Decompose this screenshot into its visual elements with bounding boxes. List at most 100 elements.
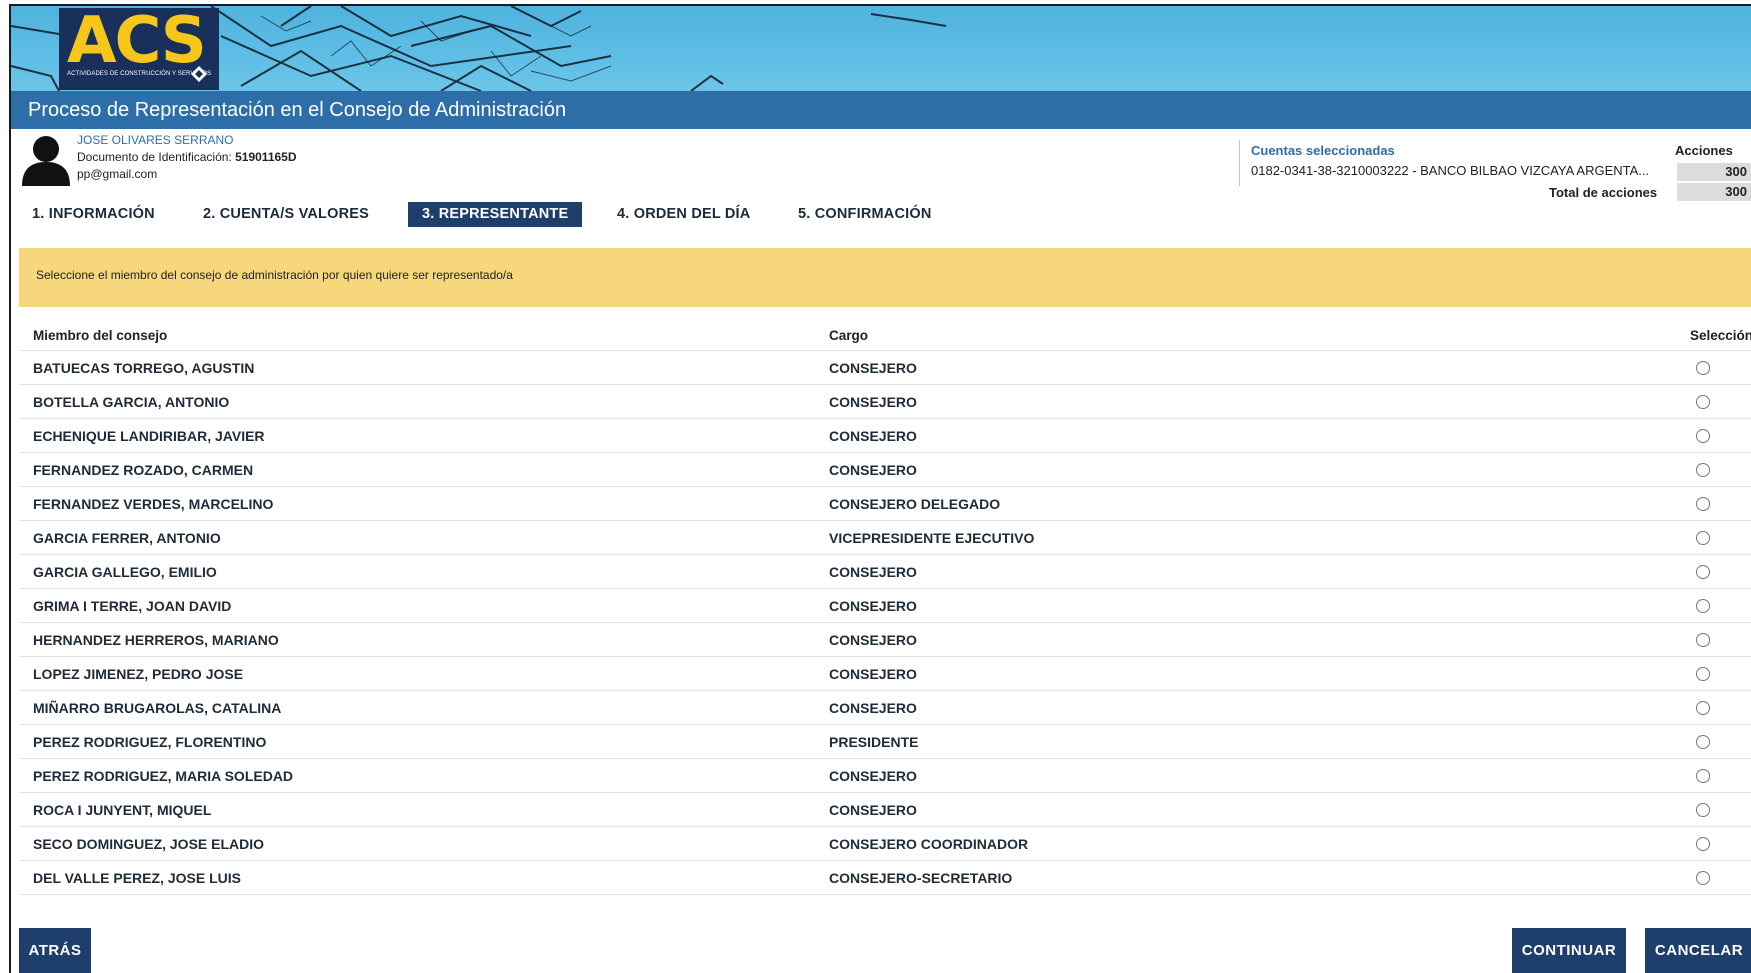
member-cargo: CONSEJERO DELEGADO	[829, 496, 1001, 512]
user-silhouette-icon	[22, 136, 70, 186]
select-radio[interactable]	[1696, 497, 1710, 511]
select-radio[interactable]	[1696, 837, 1710, 851]
logo-text: ACS	[67, 6, 207, 78]
select-radio[interactable]	[1696, 599, 1710, 613]
select-radio[interactable]	[1696, 803, 1710, 817]
member-name: ROCA I JUNYENT, MIQUEL	[33, 802, 212, 818]
table-row[interactable]: MIÑARRO BRUGAROLAS, CATALINA CONSEJERO	[19, 691, 1751, 725]
select-radio[interactable]	[1696, 531, 1710, 545]
table-row[interactable]: PEREZ RODRIGUEZ, MARIA SOLEDAD CONSEJERO	[19, 759, 1751, 793]
back-button[interactable]: ATRÁS	[19, 928, 91, 973]
member-cargo: CONSEJERO COORDINADOR	[829, 836, 1029, 852]
member-name: FERNANDEZ ROZADO, CARMEN	[33, 462, 254, 478]
member-name: PEREZ RODRIGUEZ, FLORENTINO	[33, 734, 267, 750]
selected-account: 0182-0341-38-3210003222 - BANCO BILBAO V…	[1251, 163, 1650, 178]
member-cargo: CONSEJERO	[829, 394, 917, 410]
table-row[interactable]: GARCIA FERRER, ANTONIO VICEPRESIDENTE EJE…	[19, 521, 1751, 555]
member-cargo: VICEPRESIDENTE EJECUTIVO	[829, 530, 1035, 546]
user-email: pp@gmail.com	[77, 167, 158, 181]
select-radio[interactable]	[1696, 463, 1710, 477]
member-name: GRIMA I TERRE, JOAN DAVID	[33, 598, 232, 614]
member-name: MIÑARRO BRUGAROLAS, CATALINA	[33, 700, 282, 716]
member-name: PEREZ RODRIGUEZ, MARIA SOLEDAD	[33, 768, 294, 784]
member-cargo: CONSEJERO	[829, 700, 917, 716]
table-row[interactable]: GARCIA GALLEGO, EMILIO CONSEJERO	[19, 555, 1751, 589]
header-cargo: Cargo	[829, 328, 869, 343]
table-header: Miembro del consejo Cargo Selección	[19, 320, 1751, 351]
select-radio[interactable]	[1696, 701, 1710, 715]
acciones-label: Acciones	[1675, 143, 1733, 158]
member-cargo: CONSEJERO	[829, 428, 917, 444]
acciones-value: 300	[1677, 163, 1751, 181]
member-cargo: CONSEJERO	[829, 564, 917, 580]
cancel-button[interactable]: CANCELAR	[1645, 928, 1751, 973]
member-name: DEL VALLE PEREZ, JOSE LUIS	[33, 870, 241, 886]
select-radio[interactable]	[1696, 871, 1710, 885]
select-radio[interactable]	[1696, 633, 1710, 647]
select-radio[interactable]	[1696, 667, 1710, 681]
select-radio[interactable]	[1696, 769, 1710, 783]
member-name: GARCIA FERRER, ANTONIO	[33, 530, 221, 546]
table-row[interactable]: PEREZ RODRIGUEZ, FLORENTINO PRESIDENTE	[19, 725, 1751, 759]
member-name: ECHENIQUE LANDIRIBAR, JAVIER	[33, 428, 265, 444]
member-cargo: PRESIDENTE	[829, 734, 919, 750]
member-name: GARCIA GALLEGO, EMILIO	[33, 564, 217, 580]
total-acciones-value: 300	[1677, 183, 1751, 201]
header-banner: ACS ACTIVIDADES DE CONSTRUCCIÓN Y SERVIC…	[11, 6, 1751, 91]
diamond-icon	[191, 66, 207, 82]
board-members-table: Miembro del consejo Cargo Selección BATU…	[19, 320, 1751, 895]
member-cargo: CONSEJERO	[829, 666, 917, 682]
member-cargo: CONSEJERO-SECRETARIO	[829, 870, 1013, 886]
header-member: Miembro del consejo	[33, 328, 168, 343]
table-row[interactable]: DEL VALLE PEREZ, JOSE LUIS CONSEJERO-SECR…	[19, 861, 1751, 895]
table-row[interactable]: ECHENIQUE LANDIRIBAR, JAVIER CONSEJERO	[19, 419, 1751, 453]
tab-representante[interactable]: 3. REPRESENTANTE	[408, 202, 583, 227]
logo-subtitle: ACTIVIDADES DE CONSTRUCCIÓN Y SERVICIOS	[67, 71, 212, 77]
member-name: HERNANDEZ HERREROS, MARIANO	[33, 632, 279, 648]
acs-logo[interactable]: ACS ACTIVIDADES DE CONSTRUCCIÓN Y SERVIC…	[59, 6, 219, 90]
table-row[interactable]: GRIMA I TERRE, JOAN DAVID CONSEJERO	[19, 589, 1751, 623]
select-radio[interactable]	[1696, 361, 1710, 375]
page-title-bar: Proceso de Representación en el Consejo …	[11, 91, 1751, 129]
user-document-label: Documento de Identificación:	[77, 150, 232, 164]
user-name: JOSE OLIVARES SERRANO	[77, 133, 234, 147]
table-row[interactable]: SECO DOMINGUEZ, JOSE ELADIO CONSEJERO COO…	[19, 827, 1751, 861]
member-cargo: CONSEJERO	[829, 632, 917, 648]
member-cargo: CONSEJERO	[829, 802, 917, 818]
table-row[interactable]: FERNANDEZ VERDES, MARCELINO CONSEJERO DEL…	[19, 487, 1751, 521]
member-cargo: CONSEJERO	[829, 768, 917, 784]
table-row[interactable]: BOTELLA GARCIA, ANTONIO CONSEJERO	[19, 385, 1751, 419]
accounts-title: Cuentas seleccionadas	[1251, 143, 1395, 158]
total-acciones-label: Total de acciones	[1549, 185, 1658, 200]
table-row[interactable]: ROCA I JUNYENT, MIQUEL CONSEJERO	[19, 793, 1751, 827]
table-row[interactable]: LOPEZ JIMENEZ, PEDRO JOSE CONSEJERO	[19, 657, 1751, 691]
member-name: FERNANDEZ VERDES, MARCELINO	[33, 496, 274, 512]
table-row[interactable]: BATUECAS TORREGO, AGUSTIN CONSEJERO	[19, 351, 1751, 385]
member-cargo: CONSEJERO	[829, 598, 917, 614]
page-title: Proceso de Representación en el Consejo …	[28, 99, 567, 121]
member-name: SECO DOMINGUEZ, JOSE ELADIO	[33, 836, 265, 852]
member-cargo: CONSEJERO	[829, 360, 917, 376]
app-frame: ACS ACTIVIDADES DE CONSTRUCCIÓN Y SERVIC…	[9, 4, 1751, 973]
instruction-text: Seleccione el miembro del consejo de adm…	[36, 268, 513, 282]
tab-cuentas-valores[interactable]: 2. CUENTA/S VALORES	[203, 202, 369, 227]
instruction-banner: Seleccione el miembro del consejo de adm…	[19, 248, 1751, 307]
tab-orden-del-dia[interactable]: 4. ORDEN DEL DÍA	[617, 202, 750, 227]
table-row[interactable]: HERNANDEZ HERREROS, MARIANO CONSEJERO	[19, 623, 1751, 657]
tree-branches-decoration	[11, 6, 947, 91]
accounts-divider	[1239, 140, 1240, 186]
header-seleccion: Selección	[1689, 328, 1751, 343]
member-name: LOPEZ JIMENEZ, PEDRO JOSE	[33, 666, 244, 682]
member-name: BOTELLA GARCIA, ANTONIO	[33, 394, 230, 410]
user-document-value: 51901165D	[235, 150, 297, 164]
select-radio[interactable]	[1696, 565, 1710, 579]
tab-informacion[interactable]: 1. INFORMACIÓN	[32, 202, 155, 227]
select-radio[interactable]	[1696, 395, 1710, 409]
member-cargo: CONSEJERO	[829, 462, 917, 478]
continue-button[interactable]: CONTINUAR	[1512, 928, 1626, 973]
select-radio[interactable]	[1696, 429, 1710, 443]
table-body: BATUECAS TORREGO, AGUSTIN CONSEJERO BOTELL…	[19, 351, 1751, 895]
tab-confirmacion[interactable]: 5. CONFIRMACIÓN	[798, 202, 932, 227]
select-radio[interactable]	[1696, 735, 1710, 749]
table-row[interactable]: FERNANDEZ ROZADO, CARMEN CONSEJERO	[19, 453, 1751, 487]
